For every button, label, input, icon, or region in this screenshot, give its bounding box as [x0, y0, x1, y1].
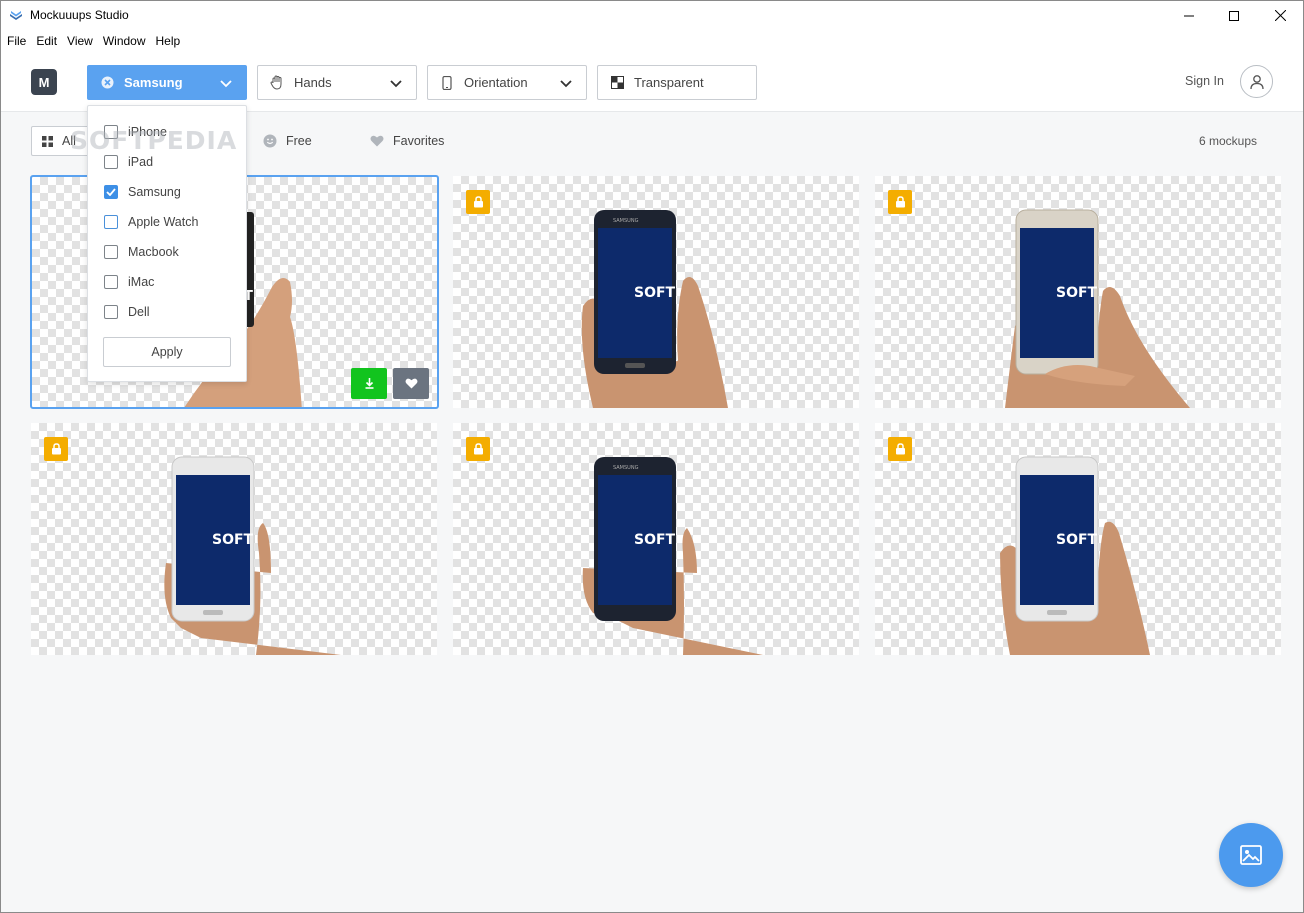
app-icon — [10, 11, 22, 20]
smile-icon — [263, 134, 277, 148]
menu-window[interactable]: Window — [98, 31, 151, 51]
close-button[interactable] — [1257, 0, 1303, 31]
phone-icon — [440, 75, 454, 90]
device-option-label: Dell — [128, 305, 150, 319]
menu-help[interactable]: Help — [151, 31, 186, 51]
favorites-filter-label: Favorites — [393, 134, 445, 148]
checkbox[interactable] — [104, 275, 118, 289]
download-button[interactable] — [351, 368, 387, 399]
lock-icon — [473, 443, 483, 455]
device-option-macbook[interactable]: Macbook — [104, 244, 179, 260]
avatar[interactable] — [1240, 65, 1273, 98]
heart-icon — [370, 135, 384, 147]
free-filter-label: Free — [286, 134, 312, 148]
mockup-card-6[interactable]: SOFT — [875, 423, 1281, 655]
card-actions — [351, 368, 429, 399]
background-filter-button[interactable]: Transparent — [597, 65, 757, 100]
screen-text: SOFT — [212, 532, 254, 548]
minimize-icon — [1184, 15, 1194, 16]
svg-text:SAMSUNG: SAMSUNG — [613, 218, 639, 224]
mockup-card-4[interactable]: SOFT — [31, 423, 437, 655]
maximize-icon — [1229, 10, 1239, 21]
upload-image-button[interactable] — [1219, 823, 1283, 887]
apply-button[interactable]: Apply — [103, 337, 231, 367]
device-option-apple-watch[interactable]: Apple Watch — [104, 214, 198, 230]
device-option-label: Macbook — [128, 245, 179, 259]
mockup-preview-image: SOFT — [1000, 456, 1150, 655]
device-option-samsung[interactable]: Samsung — [104, 184, 181, 200]
mockup-card-5[interactable]: SAMSUNG SOFT — [453, 423, 859, 655]
favorites-filter-button[interactable]: Favorites — [370, 126, 444, 156]
device-option-imac[interactable]: iMac — [104, 274, 154, 290]
clear-icon[interactable] — [100, 76, 114, 90]
screen-text: SOFT — [1056, 285, 1098, 301]
grid-icon — [42, 135, 53, 147]
device-option-ipad[interactable]: iPad — [104, 154, 153, 170]
background-filter-label: Transparent — [634, 75, 704, 90]
watermark: SOFTPEDIA — [70, 126, 238, 155]
chevron-down-icon — [390, 80, 402, 88]
device-option-label: iMac — [128, 275, 155, 289]
lock-icon — [895, 443, 905, 455]
lock-badge — [466, 190, 490, 214]
hand-icon — [270, 75, 284, 90]
mockup-preview-image: SAMSUNG SOFT — [581, 210, 728, 408]
checkbox[interactable] — [104, 245, 118, 259]
lock-badge — [44, 437, 68, 461]
screen-text: SOFT — [634, 285, 676, 301]
svg-text:SAMSUNG: SAMSUNG — [613, 465, 639, 471]
checkbox[interactable] — [104, 215, 118, 229]
device-option-dell[interactable]: Dell — [104, 304, 150, 320]
mockup-count: 6 mockups — [1198, 134, 1257, 148]
free-filter-button[interactable]: Free — [263, 126, 312, 156]
sign-in-link[interactable]: Sign In — [1185, 74, 1224, 88]
checkbox[interactable] — [104, 155, 118, 169]
menu-file[interactable]: File — [2, 31, 31, 51]
hands-filter-dropdown[interactable]: Hands — [257, 65, 417, 100]
device-option-label: Samsung — [128, 185, 181, 199]
mockup-preview-image: SOFT — [1005, 209, 1190, 408]
menu-view[interactable]: View — [62, 31, 98, 51]
title-bar: Mockuuups Studio — [0, 0, 1304, 31]
chevron-down-icon — [220, 80, 232, 88]
lock-badge — [888, 437, 912, 461]
transparent-icon — [610, 76, 624, 90]
menu-bar: File Edit View Window Help — [0, 31, 1304, 51]
heart-icon — [405, 378, 417, 389]
menu-edit[interactable]: Edit — [31, 31, 62, 51]
screen-text: SOFT — [634, 532, 676, 548]
hands-filter-label: Hands — [294, 75, 332, 90]
checkbox-checked[interactable] — [104, 185, 118, 199]
lock-badge — [888, 190, 912, 214]
mockup-card-2[interactable]: SAMSUNG SOFT — [453, 176, 859, 408]
orientation-filter-label: Orientation — [464, 75, 528, 90]
device-filter-dropdown[interactable]: Samsung — [87, 65, 247, 100]
device-option-label: Apple Watch — [128, 215, 199, 229]
lock-icon — [895, 196, 905, 208]
download-icon — [365, 378, 373, 389]
close-icon — [1274, 10, 1286, 21]
device-option-label: iPad — [128, 155, 154, 169]
lock-icon — [51, 443, 61, 455]
mockup-card-3[interactable]: SOFT — [875, 176, 1281, 408]
checkbox[interactable] — [104, 305, 118, 319]
chevron-down-icon — [560, 80, 572, 88]
window-title: Mockuuups Studio — [30, 8, 129, 22]
checkmark-icon — [106, 188, 116, 196]
orientation-filter-dropdown[interactable]: Orientation — [427, 65, 587, 100]
minimize-button[interactable] — [1166, 0, 1212, 31]
mockup-preview-image: SOFT — [164, 456, 341, 655]
favorite-button[interactable] — [393, 368, 429, 399]
image-icon — [1240, 845, 1262, 865]
device-filter-label: Samsung — [124, 75, 183, 90]
toolbar: M Samsung Hands Orientation Transparent … — [0, 51, 1304, 112]
app-logo[interactable]: M — [31, 69, 57, 95]
mockup-preview-image: SAMSUNG SOFT — [582, 457, 763, 655]
user-icon — [1249, 74, 1264, 89]
screen-text: SOFT — [1056, 532, 1098, 548]
maximize-button[interactable] — [1211, 0, 1257, 31]
lock-icon — [473, 196, 483, 208]
lock-badge — [466, 437, 490, 461]
